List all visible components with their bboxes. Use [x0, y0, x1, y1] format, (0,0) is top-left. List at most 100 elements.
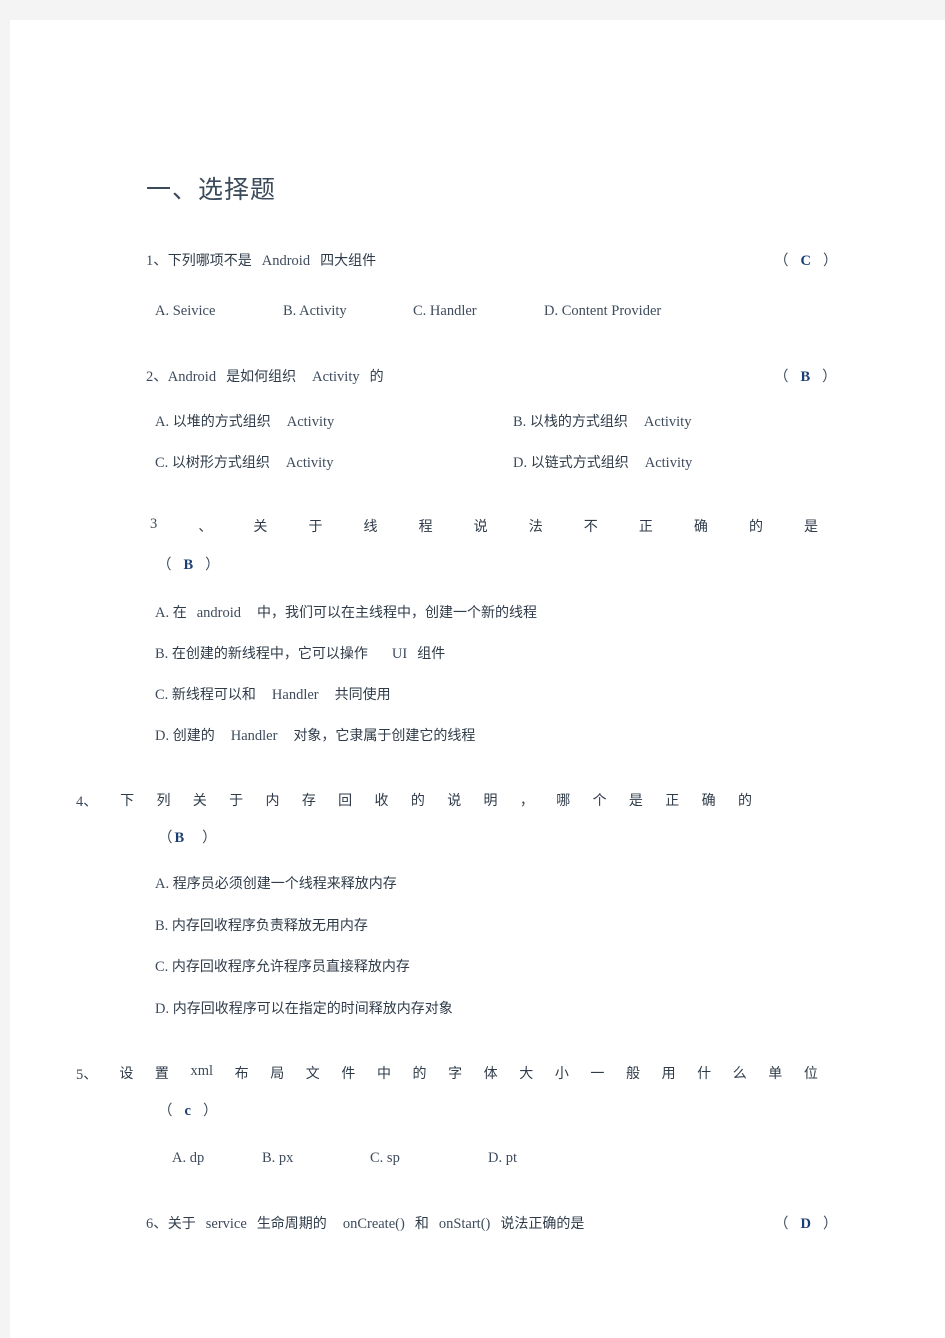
- question-6-answer: （ D ）: [774, 1216, 839, 1233]
- question-4-stem-char-4: 内: [265, 793, 280, 809]
- question-4-stem-char-5: 存: [301, 793, 316, 809]
- option-label: C.: [155, 959, 169, 975]
- question-4-stem-char-10: 明: [483, 793, 498, 809]
- option-text-latin: Handler: [271, 687, 319, 703]
- question-2-stem-cjk-2: 的: [369, 369, 384, 385]
- option-text-cjk-1: 在创建的新线程中，它可以操作: [171, 646, 368, 662]
- question-5-stem-char-7: 中: [376, 1066, 391, 1082]
- question-3-stem-char-7: 不: [583, 519, 598, 535]
- question-4-stem-char-13: 个: [592, 793, 607, 809]
- option-text-latin: Activity: [285, 455, 334, 471]
- question-4-stem-char-16: 确: [701, 793, 716, 809]
- question-4-option-d: D. 内存回收程序可以在指定的时间释放内存对象: [155, 998, 453, 1018]
- option-text: pt: [505, 1150, 518, 1166]
- question-4-stem-char-1: 列: [156, 793, 171, 809]
- question-3-stem-char-9: 确: [693, 519, 708, 535]
- question-6-stem-cjk-4: 说法正确的是: [500, 1216, 585, 1232]
- option-label: D.: [155, 728, 170, 744]
- option-text-cjk-2: 中，我们可以在主线程中，创建一个新的线程: [257, 605, 538, 621]
- question-5-option-a: A. dp: [172, 1150, 204, 1167]
- question-3-stem-char-3: 线: [363, 519, 378, 535]
- option-text-cjk-1: 在: [172, 605, 187, 621]
- question-1-option-d: D. Content Provider: [544, 303, 661, 320]
- question-5-stem-char-2: xml: [190, 1063, 214, 1079]
- question-5-stem-char-4: 局: [270, 1066, 285, 1082]
- option-text: Content Provider: [561, 303, 662, 319]
- question-4-answer-close: ）: [202, 830, 219, 846]
- question-3-answer: （ B ）: [157, 557, 222, 574]
- option-text: Handler: [429, 303, 477, 319]
- question-5-stem-char-6: 件: [341, 1066, 356, 1082]
- question-1-answer-open: （: [774, 253, 791, 269]
- option-label: D.: [544, 303, 559, 319]
- question-6-answer-close: ）: [822, 1216, 840, 1232]
- question-2-stem-latin-2: Activity: [312, 369, 360, 385]
- question-5-stem-char-0: 设: [119, 1066, 134, 1082]
- question-1-answer-close: ）: [822, 253, 840, 269]
- question-5-stem-char-12: 小: [554, 1066, 569, 1082]
- question-5-stem-char-16: 什: [697, 1066, 712, 1082]
- question-3-stem-char-1: 关: [253, 519, 268, 535]
- question-4-stem-char-14: 是: [628, 793, 643, 809]
- question-2-answer: （ B ）: [774, 369, 839, 386]
- option-text: 程序员必须创建一个线程来释放内存: [172, 876, 397, 892]
- option-label: A.: [172, 1150, 187, 1166]
- option-label: C.: [155, 687, 169, 703]
- option-text: 以链式方式组织: [530, 455, 629, 471]
- question-3-stem-char-11: 是: [804, 519, 818, 535]
- option-text-cjk-1: 创建的: [172, 728, 215, 744]
- option-text: sp: [386, 1150, 400, 1166]
- question-4-answer-value: B: [174, 830, 187, 846]
- question-5-option-c: C. sp: [370, 1150, 400, 1167]
- option-text: Activity: [299, 303, 347, 319]
- question-1-option-b: B. Activity: [283, 303, 347, 320]
- option-text-latin: Activity: [643, 414, 692, 430]
- question-5-stem-char-10: 体: [483, 1066, 498, 1082]
- option-label: C.: [370, 1150, 384, 1166]
- question-3-stem-char-10: 的: [748, 519, 763, 535]
- question-1-stem-latin: Android: [261, 253, 311, 269]
- question-6-stem-latin-1: service: [205, 1216, 247, 1232]
- document-page: 一、选择题 1、下列哪项不是 Android 四大组件 （ C ） A. Seivice…: [10, 20, 945, 1338]
- question-3-option-a: A. 在 android 中，我们可以在主线程中，创建一个新的线程: [155, 602, 537, 622]
- question-1-number: 1、: [146, 253, 168, 269]
- question-6-stem-latin-3: onStart(): [438, 1216, 491, 1232]
- question-3-option-c: C. 新线程可以和 Handler 共同使用: [155, 684, 391, 704]
- question-6-stem-cjk-2: 生命周期的: [256, 1216, 327, 1232]
- option-text: 以栈的方式组织: [529, 414, 628, 430]
- question-5-stem-char-3: 布: [234, 1066, 249, 1082]
- option-label: D.: [488, 1150, 503, 1166]
- question-4-option-c: C. 内存回收程序允许程序员直接释放内存: [155, 956, 410, 976]
- question-5-number: 5、: [76, 1067, 98, 1083]
- question-6-answer-open: （: [774, 1216, 791, 1232]
- question-2-answer-close: ）: [822, 369, 839, 385]
- question-6-stem: 6、关于 service 生命周期的 onCreate() 和 onStart() 说法正确…: [146, 1216, 584, 1233]
- option-text: Seivice: [172, 303, 216, 319]
- question-6-stem-latin-2: onCreate(): [342, 1216, 405, 1232]
- question-1-stem-cjk-2: 四大组件: [320, 253, 377, 269]
- question-5-stem-char-8: 的: [412, 1066, 427, 1082]
- question-2-stem: 2、Android 是如何组织 Activity 的: [146, 369, 384, 386]
- question-5-option-b: B. px: [262, 1150, 293, 1167]
- question-5-stem-char-19: 位: [803, 1066, 818, 1082]
- question-1-stem: 1、下列哪项不是 Android 四大组件: [146, 253, 376, 270]
- question-3-option-d: D. 创建的 Handler 对象，它隶属于创建它的线程: [155, 725, 475, 745]
- question-6-answer-value: D: [800, 1216, 813, 1232]
- question-5-stem-char-1: 置: [154, 1066, 169, 1082]
- option-text: 内存回收程序可以在指定的时间释放内存对象: [172, 1001, 453, 1017]
- option-label: A.: [155, 414, 170, 430]
- option-text-cjk-2: 组件: [417, 646, 446, 662]
- question-4-stem-char-8: 的: [410, 793, 425, 809]
- option-text-latin: Activity: [644, 455, 693, 471]
- question-4-number: 4、: [76, 794, 98, 810]
- question-5-answer-open: （: [158, 1103, 175, 1119]
- question-3-stem: 3 、 关 于 线 程 说 法 不 正 确 的 是: [150, 516, 818, 536]
- option-text: 内存回收程序负责释放无用内存: [171, 918, 368, 934]
- question-5-stem-char-18: 单: [768, 1066, 783, 1082]
- question-4-stem-char-6: 回: [338, 793, 353, 809]
- document-content: 一、选择题 1、下列哪项不是 Android 四大组件 （ C ） A. Seivice…: [10, 20, 945, 1338]
- question-4-stem-char-17: 的: [737, 793, 752, 809]
- question-1-option-a: A. Seivice: [155, 303, 215, 320]
- question-2-option-a: A. 以堆的方式组织 Activity: [155, 411, 334, 431]
- option-text: px: [278, 1150, 294, 1166]
